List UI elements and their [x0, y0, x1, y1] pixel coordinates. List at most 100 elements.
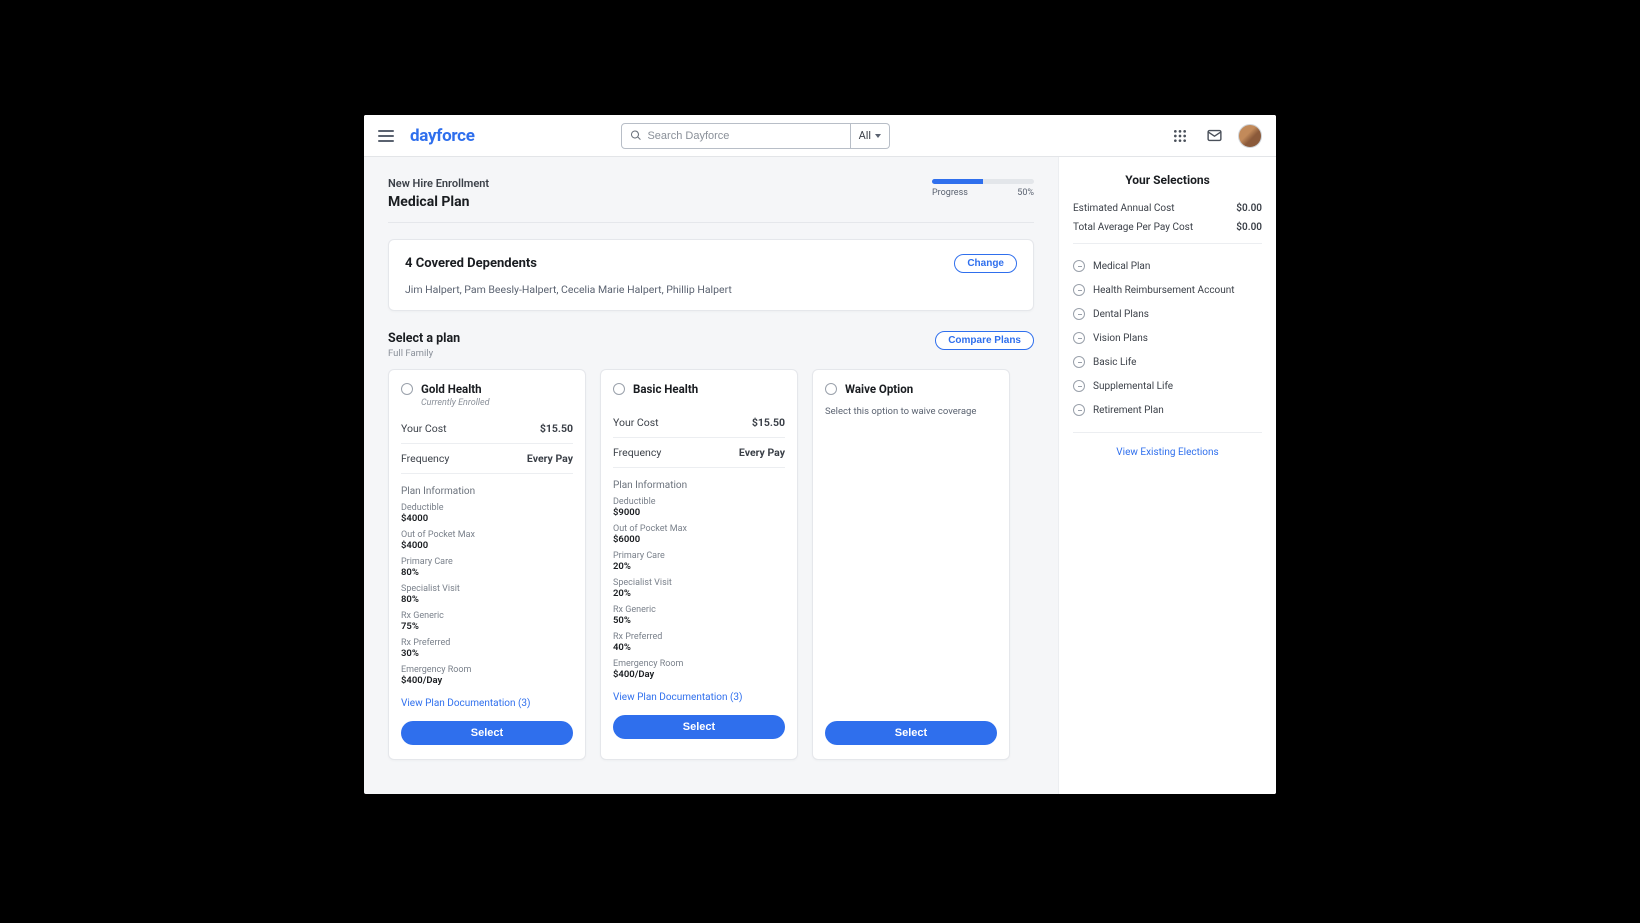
- select-plan-title: Select a plan: [388, 331, 460, 346]
- frequency-value: Every Pay: [739, 446, 785, 459]
- plan-radio-basic[interactable]: [613, 383, 625, 395]
- breadcrumb: New Hire Enrollment: [388, 177, 489, 190]
- plan-section-header: Select a plan Full Family Compare Plans: [388, 331, 1034, 359]
- search-box[interactable]: [621, 123, 851, 149]
- plan-tag: Currently Enrolled: [421, 398, 573, 408]
- your-cost-label: Your Cost: [401, 422, 447, 435]
- plan-card-waive: Waive Option Select this option to waive…: [812, 369, 1010, 760]
- er-label: Emergency Room: [613, 659, 785, 669]
- change-dependents-button[interactable]: Change: [954, 254, 1017, 273]
- rx-preferred-label: Rx Preferred: [401, 638, 573, 648]
- sidebar-title: Your Selections: [1073, 173, 1262, 187]
- oop-label: Out of Pocket Max: [613, 524, 785, 534]
- oop-value: $6000: [613, 534, 785, 545]
- select-plan-button-gold[interactable]: Select: [401, 721, 573, 745]
- search-group: All: [621, 123, 891, 149]
- deductible-value: $4000: [401, 513, 573, 524]
- progress-label: Progress: [932, 188, 968, 198]
- dependents-card: 4 Covered Dependents Change Jim Halpert,…: [388, 239, 1034, 311]
- plan-name: Basic Health: [633, 382, 698, 396]
- plan-name: Gold Health: [421, 382, 482, 396]
- circle-icon: [1073, 260, 1085, 272]
- sidebar-item-hra[interactable]: Health Reimbursement Account: [1073, 278, 1262, 302]
- chevron-down-icon: [875, 134, 881, 138]
- circle-icon: [1073, 284, 1085, 296]
- topbar: dayforce All: [364, 115, 1276, 157]
- plan-radio-gold[interactable]: [401, 383, 413, 395]
- circle-icon: [1073, 356, 1085, 368]
- your-cost-label: Your Cost: [613, 416, 659, 429]
- rx-generic-value: 75%: [401, 621, 573, 632]
- er-value: $400/Day: [401, 675, 573, 686]
- plan-radio-waive[interactable]: [825, 383, 837, 395]
- primary-care-label: Primary Care: [401, 557, 573, 567]
- deductible-label: Deductible: [401, 503, 573, 513]
- body: New Hire Enrollment Medical Plan Progres…: [364, 157, 1276, 794]
- menu-button[interactable]: [378, 126, 398, 146]
- primary-care-value: 20%: [613, 561, 785, 572]
- sidebar-item-label: Vision Plans: [1093, 333, 1148, 344]
- frequency-label: Frequency: [613, 446, 661, 459]
- mail-icon[interactable]: [1204, 126, 1224, 146]
- progress-block: Progress 50%: [932, 179, 1034, 198]
- sidebar-row-label: Estimated Annual Cost: [1073, 203, 1175, 214]
- frequency-label: Frequency: [401, 452, 449, 465]
- compare-plans-button[interactable]: Compare Plans: [935, 331, 1034, 350]
- app-window: dayforce All New Hir: [364, 115, 1276, 794]
- select-plan-button-basic[interactable]: Select: [613, 715, 785, 739]
- circle-icon: [1073, 380, 1085, 392]
- view-elections-link[interactable]: View Existing Elections: [1073, 447, 1262, 458]
- rx-preferred-label: Rx Preferred: [613, 632, 785, 642]
- rx-preferred-value: 30%: [401, 648, 573, 659]
- progress-bar: [932, 179, 1034, 184]
- plan-card-gold: Gold Health Currently Enrolled Your Cost…: [388, 369, 586, 760]
- sidebar-row-value: $0.00: [1236, 203, 1262, 214]
- avatar[interactable]: [1238, 124, 1262, 148]
- apps-icon[interactable]: [1170, 126, 1190, 146]
- plan-name: Waive Option: [845, 382, 913, 396]
- main: New Hire Enrollment Medical Plan Progres…: [364, 157, 1058, 794]
- sidebar-item-label: Health Reimbursement Account: [1093, 285, 1235, 296]
- rx-generic-label: Rx Generic: [401, 611, 573, 621]
- specialist-label: Specialist Visit: [401, 584, 573, 594]
- sidebar-item-supp-life[interactable]: Supplemental Life: [1073, 374, 1262, 398]
- plan-doc-link[interactable]: View Plan Documentation (3): [613, 692, 785, 703]
- sidebar-row-value: $0.00: [1236, 222, 1262, 233]
- plan-grid: Gold Health Currently Enrolled Your Cost…: [388, 369, 1034, 760]
- sidebar: Your Selections Estimated Annual Cost $0…: [1058, 157, 1276, 794]
- sidebar-item-basic-life[interactable]: Basic Life: [1073, 350, 1262, 374]
- plan-card-basic: Basic Health Your Cost $15.50 Frequency Ev…: [600, 369, 798, 760]
- rx-generic-label: Rx Generic: [613, 605, 785, 615]
- select-plan-button-waive[interactable]: Select: [825, 721, 997, 745]
- sidebar-row-label: Total Average Per Pay Cost: [1073, 222, 1193, 233]
- oop-value: $4000: [401, 540, 573, 551]
- oop-label: Out of Pocket Max: [401, 530, 573, 540]
- waive-description: Select this option to waive coverage: [825, 406, 997, 417]
- plan-doc-link[interactable]: View Plan Documentation (3): [401, 698, 573, 709]
- sidebar-item-medical[interactable]: Medical Plan: [1073, 254, 1262, 278]
- logo[interactable]: dayforce: [410, 126, 475, 146]
- specialist-value: 80%: [401, 594, 573, 605]
- circle-icon: [1073, 332, 1085, 344]
- progress-fill: [932, 179, 983, 184]
- progress-percent: 50%: [1017, 188, 1034, 198]
- your-cost-value: $15.50: [752, 416, 785, 429]
- your-cost-value: $15.50: [540, 422, 573, 435]
- rx-preferred-value: 40%: [613, 642, 785, 653]
- page-title: Medical Plan: [388, 194, 489, 210]
- sidebar-item-label: Supplemental Life: [1093, 381, 1173, 392]
- plan-info-label: Plan Information: [613, 480, 785, 491]
- page-header: New Hire Enrollment Medical Plan Progres…: [388, 177, 1034, 223]
- search-filter-dropdown[interactable]: All: [851, 123, 891, 149]
- circle-icon: [1073, 308, 1085, 320]
- search-filter-label: All: [859, 129, 872, 142]
- deductible-value: $9000: [613, 507, 785, 518]
- sidebar-item-label: Medical Plan: [1093, 261, 1150, 272]
- sidebar-item-label: Dental Plans: [1093, 309, 1149, 320]
- sidebar-item-retirement[interactable]: Retirement Plan: [1073, 398, 1262, 422]
- sidebar-item-dental[interactable]: Dental Plans: [1073, 302, 1262, 326]
- sidebar-item-vision[interactable]: Vision Plans: [1073, 326, 1262, 350]
- dependents-title: 4 Covered Dependents: [405, 256, 537, 271]
- search-input[interactable]: [647, 130, 841, 142]
- sidebar-item-label: Basic Life: [1093, 357, 1136, 368]
